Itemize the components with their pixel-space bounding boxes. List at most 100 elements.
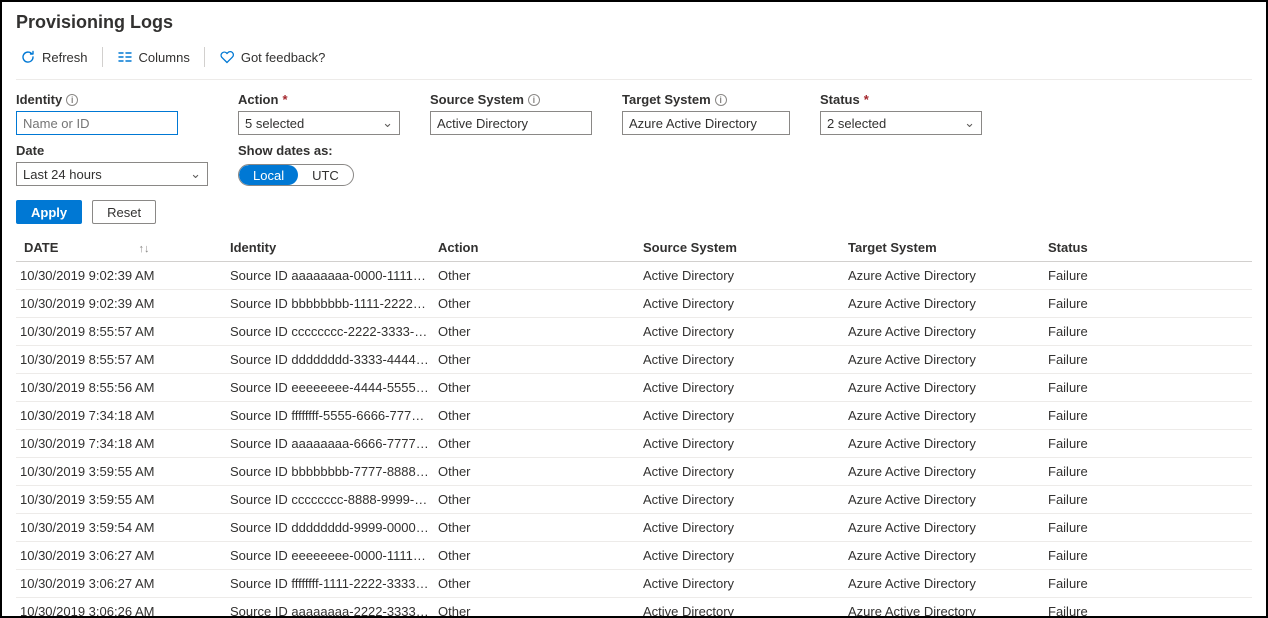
cell-status: Failure <box>1044 486 1252 514</box>
separator <box>102 47 103 67</box>
refresh-label: Refresh <box>42 50 88 65</box>
status-filter: Status * 2 selected ⌄ <box>820 92 982 186</box>
cell-action: Other <box>434 346 639 374</box>
command-bar: Refresh Columns Got feedback? <box>16 43 1252 80</box>
feedback-label: Got feedback? <box>241 50 326 65</box>
cell-action: Other <box>434 374 639 402</box>
table-row[interactable]: 10/30/2019 7:34:18 AMSource ID ffffffff-… <box>16 402 1252 430</box>
cell-source: Active Directory <box>639 598 844 618</box>
cell-status: Failure <box>1044 542 1252 570</box>
target-select[interactable]: Azure Active Directory <box>622 111 790 135</box>
cell-status: Failure <box>1044 430 1252 458</box>
cell-target: Azure Active Directory <box>844 542 1044 570</box>
refresh-icon <box>20 49 36 65</box>
feedback-button[interactable]: Got feedback? <box>215 47 330 67</box>
target-filter: Target System i Azure Active Directory <box>622 92 790 186</box>
chevron-down-icon: ⌄ <box>190 166 201 182</box>
table-row[interactable]: 10/30/2019 3:06:27 AMSource ID ffffffff-… <box>16 570 1252 598</box>
cell-source: Active Directory <box>639 318 844 346</box>
cell-date: 10/30/2019 9:02:39 AM <box>16 262 226 290</box>
cell-action: Other <box>434 262 639 290</box>
target-value: Azure Active Directory <box>629 116 757 131</box>
info-icon[interactable]: i <box>66 94 78 106</box>
info-icon[interactable]: i <box>715 94 727 106</box>
cell-target: Azure Active Directory <box>844 374 1044 402</box>
columns-label: Columns <box>139 50 190 65</box>
col-header-source[interactable]: Source System <box>639 234 844 262</box>
table-row[interactable]: 10/30/2019 3:06:26 AMSource ID aaaaaaaa-… <box>16 598 1252 618</box>
cell-status: Failure <box>1044 598 1252 618</box>
cell-identity: Source ID eeeeeeee-4444-5555-6666-ffff <box>226 374 434 402</box>
table-header-row: DATE↑↓ Identity Action Source System Tar… <box>16 234 1252 262</box>
col-header-target[interactable]: Target System <box>844 234 1044 262</box>
cell-target: Azure Active Directory <box>844 346 1044 374</box>
cell-source: Active Directory <box>639 458 844 486</box>
required-indicator: * <box>864 92 869 107</box>
table-row[interactable]: 10/30/2019 9:02:39 AMSource ID bbbbbbbb-… <box>16 290 1252 318</box>
cell-source: Active Directory <box>639 430 844 458</box>
reset-button[interactable]: Reset <box>92 200 156 224</box>
cell-action: Other <box>434 486 639 514</box>
cell-status: Failure <box>1044 402 1252 430</box>
table-row[interactable]: 10/30/2019 7:34:18 AMSource ID aaaaaaaa-… <box>16 430 1252 458</box>
apply-button[interactable]: Apply <box>16 200 82 224</box>
cell-source: Active Directory <box>639 486 844 514</box>
heart-icon <box>219 49 235 65</box>
date-format-toggle[interactable]: Local UTC <box>238 164 354 186</box>
cell-date: 10/30/2019 9:02:39 AM <box>16 290 226 318</box>
cell-action: Other <box>434 514 639 542</box>
columns-button[interactable]: Columns <box>113 47 194 67</box>
table-row[interactable]: 10/30/2019 8:55:57 AMSource ID cccccccc-… <box>16 318 1252 346</box>
cell-source: Active Directory <box>639 402 844 430</box>
cell-target: Azure Active Directory <box>844 290 1044 318</box>
action-label: Action * <box>238 92 400 107</box>
date-select[interactable]: Last 24 hours ⌄ <box>16 162 208 186</box>
col-header-status[interactable]: Status <box>1044 234 1252 262</box>
action-value: 5 selected <box>245 116 304 131</box>
cell-date: 10/30/2019 7:34:18 AM <box>16 430 226 458</box>
cell-target: Azure Active Directory <box>844 598 1044 618</box>
identity-input-wrapper[interactable] <box>16 111 178 135</box>
col-header-date[interactable]: DATE↑↓ <box>16 234 226 262</box>
status-select[interactable]: 2 selected ⌄ <box>820 111 982 135</box>
cell-date: 10/30/2019 8:55:57 AM <box>16 346 226 374</box>
filter-actions: Apply Reset <box>16 194 1252 234</box>
cell-target: Azure Active Directory <box>844 402 1044 430</box>
cell-target: Azure Active Directory <box>844 430 1044 458</box>
col-header-action[interactable]: Action <box>434 234 639 262</box>
col-header-identity[interactable]: Identity <box>226 234 434 262</box>
table-row[interactable]: 10/30/2019 3:59:54 AMSource ID dddddddd-… <box>16 514 1252 542</box>
columns-icon <box>117 49 133 65</box>
refresh-button[interactable]: Refresh <box>16 47 92 67</box>
source-select[interactable]: Active Directory <box>430 111 592 135</box>
cell-identity: Source ID aaaaaaaa-2222-3333-4444-bb <box>226 598 434 618</box>
cell-status: Failure <box>1044 290 1252 318</box>
status-label: Status * <box>820 92 982 107</box>
cell-status: Failure <box>1044 262 1252 290</box>
action-select[interactable]: 5 selected ⌄ <box>238 111 400 135</box>
table-row[interactable]: 10/30/2019 8:55:57 AMSource ID dddddddd-… <box>16 346 1252 374</box>
table-row[interactable]: 10/30/2019 3:06:27 AMSource ID eeeeeeee-… <box>16 542 1252 570</box>
chevron-down-icon: ⌄ <box>382 115 393 131</box>
cell-action: Other <box>434 598 639 618</box>
cell-action: Other <box>434 430 639 458</box>
cell-status: Failure <box>1044 514 1252 542</box>
filter-bar: Identity i Date Last 24 hours ⌄ Action *… <box>16 86 1252 194</box>
cell-date: 10/30/2019 3:59:54 AM <box>16 514 226 542</box>
table-row[interactable]: 10/30/2019 3:59:55 AMSource ID cccccccc-… <box>16 486 1252 514</box>
identity-input[interactable] <box>23 116 171 131</box>
action-label-text: Action <box>238 92 278 107</box>
toggle-option-local[interactable]: Local <box>239 165 298 185</box>
cell-date: 10/30/2019 3:06:27 AM <box>16 542 226 570</box>
info-icon[interactable]: i <box>528 94 540 106</box>
toggle-option-utc[interactable]: UTC <box>298 165 353 185</box>
identity-filter: Identity i Date Last 24 hours ⌄ <box>16 92 208 186</box>
table-row[interactable]: 10/30/2019 8:55:56 AMSource ID eeeeeeee-… <box>16 374 1252 402</box>
date-label: Date <box>16 143 208 158</box>
identity-label: Identity i <box>16 92 208 107</box>
source-label-text: Source System <box>430 92 524 107</box>
table-row[interactable]: 10/30/2019 3:59:55 AMSource ID bbbbbbbb-… <box>16 458 1252 486</box>
status-label-text: Status <box>820 92 860 107</box>
sort-icon[interactable]: ↑↓ <box>138 243 149 255</box>
table-row[interactable]: 10/30/2019 9:02:39 AMSource ID aaaaaaaa-… <box>16 262 1252 290</box>
